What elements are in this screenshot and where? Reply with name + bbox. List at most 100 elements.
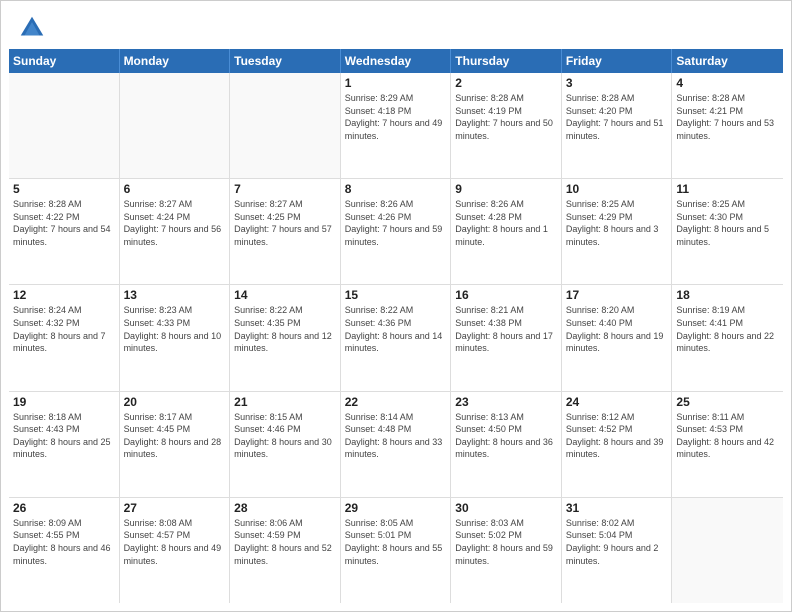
calendar-day-29: 29 Sunrise: 8:05 AM Sunset: 5:01 PM Dayli… (341, 498, 452, 603)
day-number: 7 (234, 182, 336, 196)
weekday-header-friday: Friday (562, 49, 673, 73)
day-number: 9 (455, 182, 557, 196)
day-info: Sunrise: 8:29 AM Sunset: 4:18 PM Dayligh… (345, 92, 447, 142)
day-number: 8 (345, 182, 447, 196)
day-number: 21 (234, 395, 336, 409)
calendar-day-23: 23 Sunrise: 8:13 AM Sunset: 4:50 PM Dayli… (451, 392, 562, 497)
day-info: Sunrise: 8:28 AM Sunset: 4:20 PM Dayligh… (566, 92, 668, 142)
calendar-day-3: 3 Sunrise: 8:28 AM Sunset: 4:20 PM Daylig… (562, 73, 673, 178)
day-number: 22 (345, 395, 447, 409)
day-number: 2 (455, 76, 557, 90)
day-number: 27 (124, 501, 226, 515)
calendar-day-21: 21 Sunrise: 8:15 AM Sunset: 4:46 PM Dayli… (230, 392, 341, 497)
day-info: Sunrise: 8:11 AM Sunset: 4:53 PM Dayligh… (676, 411, 779, 461)
day-number: 3 (566, 76, 668, 90)
day-info: Sunrise: 8:23 AM Sunset: 4:33 PM Dayligh… (124, 304, 226, 354)
day-number: 10 (566, 182, 668, 196)
day-info: Sunrise: 8:13 AM Sunset: 4:50 PM Dayligh… (455, 411, 557, 461)
calendar-week-4: 19 Sunrise: 8:18 AM Sunset: 4:43 PM Dayli… (9, 392, 783, 498)
calendar-day-14: 14 Sunrise: 8:22 AM Sunset: 4:35 PM Dayli… (230, 285, 341, 390)
calendar-week-2: 5 Sunrise: 8:28 AM Sunset: 4:22 PM Daylig… (9, 179, 783, 285)
calendar-day-5: 5 Sunrise: 8:28 AM Sunset: 4:22 PM Daylig… (9, 179, 120, 284)
calendar-week-5: 26 Sunrise: 8:09 AM Sunset: 4:55 PM Dayli… (9, 498, 783, 603)
calendar-day-4: 4 Sunrise: 8:28 AM Sunset: 4:21 PM Daylig… (672, 73, 783, 178)
calendar-week-3: 12Sunrise: 8:24 AM Sunset: 4:32 PM Dayli… (9, 285, 783, 391)
logo (17, 13, 51, 43)
calendar-day-8: 8 Sunrise: 8:26 AM Sunset: 4:26 PM Daylig… (341, 179, 452, 284)
logo-icon (17, 13, 47, 43)
day-number: 24 (566, 395, 668, 409)
day-number: 30 (455, 501, 557, 515)
weekday-header-tuesday: Tuesday (230, 49, 341, 73)
calendar-day-10: 10 Sunrise: 8:25 AM Sunset: 4:29 PM Dayli… (562, 179, 673, 284)
calendar-day-19: 19 Sunrise: 8:18 AM Sunset: 4:43 PM Dayli… (9, 392, 120, 497)
day-number: 1 (345, 76, 447, 90)
day-info: Sunrise: 8:09 AM Sunset: 4:55 PM Dayligh… (13, 517, 115, 567)
day-info: Sunrise: 8:12 AM Sunset: 4:52 PM Dayligh… (566, 411, 668, 461)
day-number: 4 (676, 76, 779, 90)
day-number: 28 (234, 501, 336, 515)
day-info: Sunrise: 8:25 AM Sunset: 4:30 PM Dayligh… (676, 198, 779, 248)
day-info: Sunrise: 8:22 AM Sunset: 4:36 PM Dayligh… (345, 304, 447, 354)
calendar-day-1: 1 Sunrise: 8:29 AM Sunset: 4:18 PM Daylig… (341, 73, 452, 178)
day-number: 18 (676, 288, 779, 302)
day-info: Sunrise: 8:25 AM Sunset: 4:29 PM Dayligh… (566, 198, 668, 248)
page: SundayMondayTuesdayWednesdayThursdayFrid… (0, 0, 792, 612)
calendar-day-6: 6 Sunrise: 8:27 AM Sunset: 4:24 PM Daylig… (120, 179, 231, 284)
day-info: Sunrise: 8:17 AM Sunset: 4:45 PM Dayligh… (124, 411, 226, 461)
calendar-day-2: 2Sunrise: 8:28 AM Sunset: 4:19 PM Daylig… (451, 73, 562, 178)
day-info: Sunrise: 8:27 AM Sunset: 4:25 PM Dayligh… (234, 198, 336, 248)
calendar-day-13: 13Sunrise: 8:23 AM Sunset: 4:33 PM Dayli… (120, 285, 231, 390)
day-info: Sunrise: 8:26 AM Sunset: 4:28 PM Dayligh… (455, 198, 557, 248)
weekday-header-sunday: Sunday (9, 49, 120, 73)
calendar-day-9: 9 Sunrise: 8:26 AM Sunset: 4:28 PM Daylig… (451, 179, 562, 284)
day-info: Sunrise: 8:26 AM Sunset: 4:26 PM Dayligh… (345, 198, 447, 248)
calendar-day-11: 11Sunrise: 8:25 AM Sunset: 4:30 PM Dayli… (672, 179, 783, 284)
calendar-empty-cell (230, 73, 341, 178)
day-number: 20 (124, 395, 226, 409)
weekday-header-thursday: Thursday (451, 49, 562, 73)
day-number: 19 (13, 395, 115, 409)
calendar-day-15: 15 Sunrise: 8:22 AM Sunset: 4:36 PM Dayli… (341, 285, 452, 390)
calendar-day-18: 18 Sunrise: 8:19 AM Sunset: 4:41 PM Dayli… (672, 285, 783, 390)
day-number: 14 (234, 288, 336, 302)
calendar-day-7: 7 Sunrise: 8:27 AM Sunset: 4:25 PM Daylig… (230, 179, 341, 284)
day-info: Sunrise: 8:15 AM Sunset: 4:46 PM Dayligh… (234, 411, 336, 461)
day-info: Sunrise: 8:19 AM Sunset: 4:41 PM Dayligh… (676, 304, 779, 354)
day-number: 15 (345, 288, 447, 302)
calendar-day-16: 16 Sunrise: 8:21 AM Sunset: 4:38 PM Dayli… (451, 285, 562, 390)
header (1, 1, 791, 49)
calendar-day-25: 25Sunrise: 8:11 AM Sunset: 4:53 PM Dayli… (672, 392, 783, 497)
day-number: 12 (13, 288, 115, 302)
calendar-day-17: 17Sunrise: 8:20 AM Sunset: 4:40 PM Dayli… (562, 285, 673, 390)
day-info: Sunrise: 8:20 AM Sunset: 4:40 PM Dayligh… (566, 304, 668, 354)
calendar-week-1: 1 Sunrise: 8:29 AM Sunset: 4:18 PM Daylig… (9, 73, 783, 179)
day-number: 26 (13, 501, 115, 515)
day-info: Sunrise: 8:27 AM Sunset: 4:24 PM Dayligh… (124, 198, 226, 248)
day-number: 6 (124, 182, 226, 196)
weekday-header-saturday: Saturday (672, 49, 783, 73)
day-info: Sunrise: 8:05 AM Sunset: 5:01 PM Dayligh… (345, 517, 447, 567)
calendar-body: 1 Sunrise: 8:29 AM Sunset: 4:18 PM Daylig… (9, 73, 783, 603)
day-number: 29 (345, 501, 447, 515)
calendar-day-12: 12Sunrise: 8:24 AM Sunset: 4:32 PM Dayli… (9, 285, 120, 390)
day-info: Sunrise: 8:22 AM Sunset: 4:35 PM Dayligh… (234, 304, 336, 354)
calendar-day-24: 24 Sunrise: 8:12 AM Sunset: 4:52 PM Dayli… (562, 392, 673, 497)
day-info: Sunrise: 8:06 AM Sunset: 4:59 PM Dayligh… (234, 517, 336, 567)
day-number: 16 (455, 288, 557, 302)
calendar-day-26: 26 Sunrise: 8:09 AM Sunset: 4:55 PM Dayli… (9, 498, 120, 603)
day-info: Sunrise: 8:02 AM Sunset: 5:04 PM Dayligh… (566, 517, 668, 567)
calendar-empty-cell (672, 498, 783, 603)
day-info: Sunrise: 8:21 AM Sunset: 4:38 PM Dayligh… (455, 304, 557, 354)
calendar: SundayMondayTuesdayWednesdayThursdayFrid… (1, 49, 791, 611)
calendar-day-28: 28 Sunrise: 8:06 AM Sunset: 4:59 PM Dayli… (230, 498, 341, 603)
calendar-empty-cell (120, 73, 231, 178)
day-info: Sunrise: 8:18 AM Sunset: 4:43 PM Dayligh… (13, 411, 115, 461)
day-info: Sunrise: 8:28 AM Sunset: 4:22 PM Dayligh… (13, 198, 115, 248)
calendar-day-31: 31 Sunrise: 8:02 AM Sunset: 5:04 PM Dayli… (562, 498, 673, 603)
day-number: 23 (455, 395, 557, 409)
day-info: Sunrise: 8:03 AM Sunset: 5:02 PM Dayligh… (455, 517, 557, 567)
day-number: 31 (566, 501, 668, 515)
day-info: Sunrise: 8:28 AM Sunset: 4:21 PM Dayligh… (676, 92, 779, 142)
day-number: 5 (13, 182, 115, 196)
